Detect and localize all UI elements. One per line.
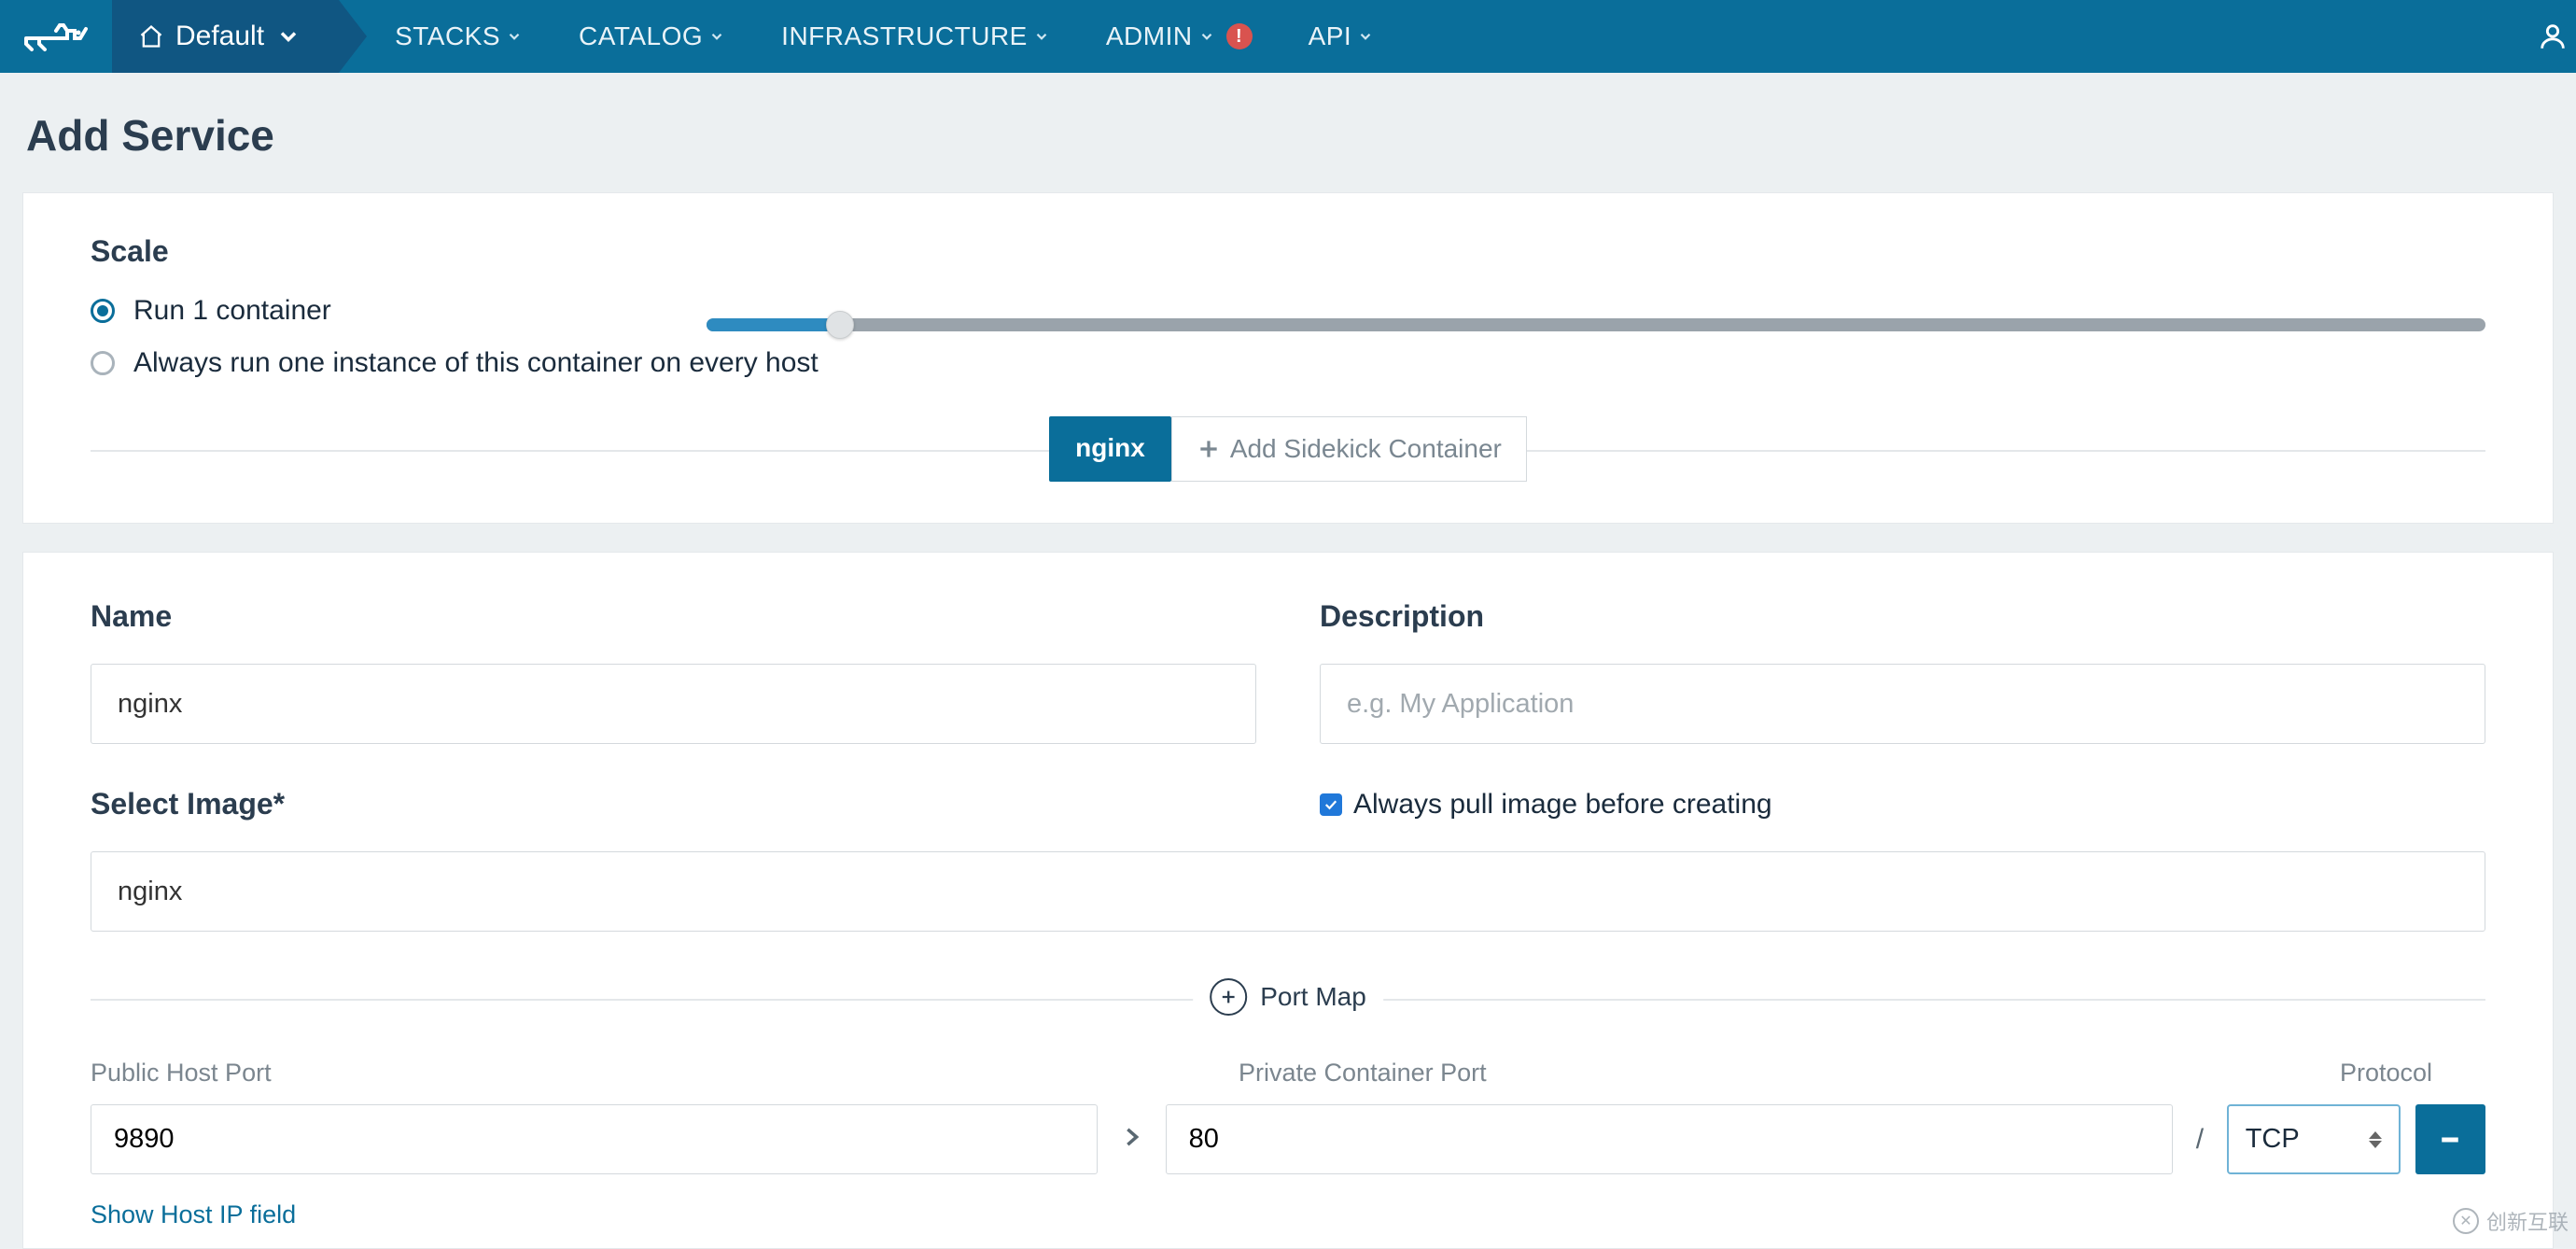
- radio-icon: [91, 351, 115, 375]
- nav-infrastructure[interactable]: INFRASTRUCTURE: [781, 21, 1050, 51]
- scale-radio-global[interactable]: Always run one instance of this containe…: [91, 347, 2485, 379]
- slash-separator: /: [2173, 1124, 2227, 1156]
- add-sidekick-label: Add Sidekick Container: [1230, 434, 1502, 464]
- nav-catalog[interactable]: CATALOG: [579, 21, 725, 51]
- page-title: Add Service: [0, 73, 2576, 192]
- nav-api[interactable]: API: [1309, 21, 1375, 51]
- remove-port-button[interactable]: [2415, 1104, 2485, 1174]
- protocol-select[interactable]: TCP: [2227, 1104, 2401, 1174]
- circle-plus-icon: [1210, 978, 1247, 1016]
- portmap-row: / TCP: [23, 1088, 2553, 1174]
- col-public-port: Public Host Port: [91, 1059, 1169, 1088]
- logo[interactable]: [0, 0, 112, 73]
- scale-slider[interactable]: [707, 311, 2485, 331]
- protocol-value: TCP: [2246, 1124, 2300, 1155]
- image-input[interactable]: [91, 851, 2485, 932]
- nav-admin[interactable]: ADMIN!: [1106, 21, 1253, 51]
- scale-panel: Scale Run 1 container Always run one ins…: [22, 192, 2554, 524]
- name-input[interactable]: [91, 664, 1256, 744]
- scale-radio-global-label: Always run one instance of this containe…: [133, 347, 819, 379]
- slider-thumb-icon[interactable]: [826, 311, 854, 339]
- scale-section-title: Scale: [91, 234, 2485, 269]
- minus-icon: [2436, 1126, 2464, 1154]
- sidekick-tabs: nginx Add Sidekick Container: [91, 416, 2485, 523]
- add-port-map-button[interactable]: Port Map: [1193, 978, 1383, 1016]
- home-icon: [138, 23, 164, 49]
- add-sidekick-button[interactable]: Add Sidekick Container: [1171, 416, 1527, 482]
- col-protocol: Protocol: [2340, 1059, 2485, 1088]
- scale-radio-fixed-label: Run 1 container: [133, 295, 331, 327]
- arrow-right-icon: [1098, 1124, 1165, 1155]
- public-port-input[interactable]: [91, 1104, 1098, 1174]
- environment-dropdown[interactable]: Default: [112, 0, 339, 73]
- chevron-down-icon: [1198, 28, 1215, 45]
- image-label: Select Image*: [91, 787, 1256, 821]
- slider-fill: [707, 318, 840, 331]
- always-pull-checkbox[interactable]: Always pull image before creating: [1320, 789, 1772, 821]
- portmap-label: Port Map: [1260, 982, 1366, 1012]
- description-label: Description: [1320, 599, 2485, 634]
- chevron-down-icon: [1357, 28, 1374, 45]
- portmap-headers: Public Host Port Private Container Port …: [23, 1016, 2553, 1088]
- nav-items: STACKS CATALOG INFRASTRUCTURE ADMIN! API: [395, 0, 1374, 73]
- chevron-down-icon: [708, 28, 725, 45]
- tab-primary-container[interactable]: nginx: [1049, 416, 1171, 482]
- portmap-section: Port Map: [91, 978, 2485, 1016]
- select-caret-icon: [2369, 1131, 2382, 1148]
- chevron-down-icon: [506, 28, 523, 45]
- scale-radio-fixed[interactable]: Run 1 container: [91, 295, 707, 327]
- col-private-port: Private Container Port: [1239, 1059, 2284, 1088]
- nav-stacks[interactable]: STACKS: [395, 21, 523, 51]
- user-icon: [2537, 21, 2569, 52]
- name-label: Name: [91, 599, 1256, 634]
- environment-label: Default: [175, 21, 264, 52]
- watermark: ✕ 创新互联: [2453, 1206, 2569, 1236]
- nav-user[interactable]: [2537, 0, 2569, 73]
- always-pull-label: Always pull image before creating: [1353, 789, 1772, 821]
- alert-badge-icon: !: [1226, 23, 1253, 49]
- chevron-down-icon: [1033, 28, 1050, 45]
- checkbox-icon: [1320, 793, 1342, 816]
- show-host-ip-link[interactable]: Show Host IP field: [23, 1174, 2553, 1248]
- description-input[interactable]: [1320, 664, 2485, 744]
- top-navbar: Default STACKS CATALOG INFRASTRUCTURE AD…: [0, 0, 2576, 73]
- radio-icon: [91, 299, 115, 323]
- plus-icon: [1197, 437, 1221, 461]
- watermark-text: 创新互联: [2486, 1206, 2569, 1236]
- chevron-down-icon: [275, 23, 301, 49]
- service-form-panel: Name Description Select Image* Always pu…: [22, 552, 2554, 1249]
- private-port-input[interactable]: [1166, 1104, 2173, 1174]
- watermark-icon: ✕: [2453, 1208, 2479, 1234]
